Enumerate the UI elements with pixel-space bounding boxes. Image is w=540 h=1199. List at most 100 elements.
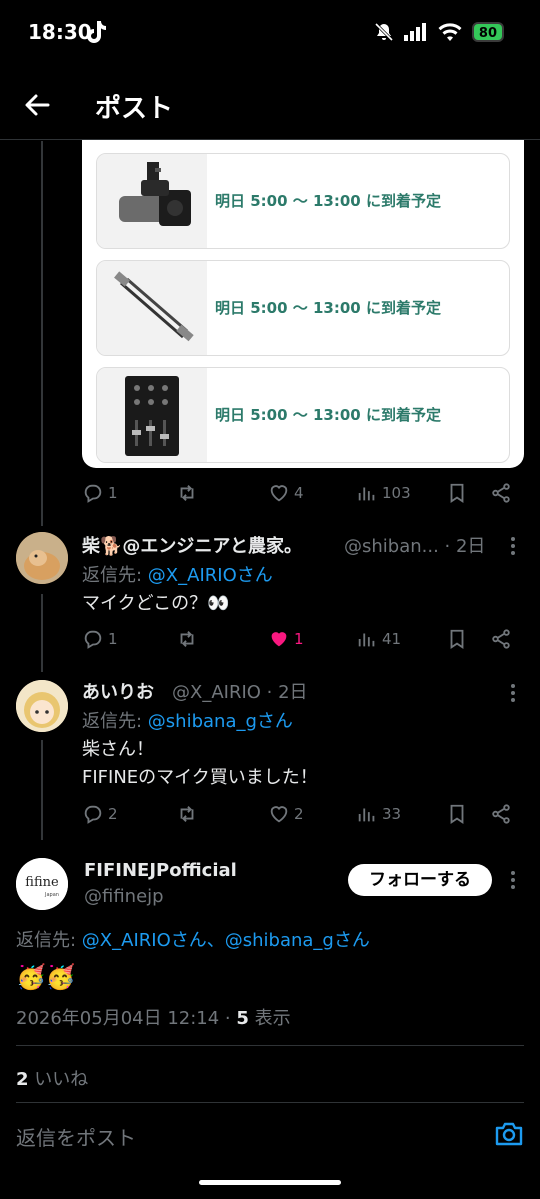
bookmark-icon — [450, 483, 464, 503]
reply-count: 1 — [108, 630, 118, 648]
post-text: マイクどこの？👀 — [82, 593, 230, 614]
views-icon — [358, 487, 375, 501]
post-text-line: 柴さん！ — [82, 739, 154, 760]
likes-label: いいね — [28, 1069, 89, 1090]
like-button[interactable]: 1 — [268, 628, 304, 650]
order-item: 明日 5:00 〜 13:00 に到着予定 — [96, 260, 510, 356]
like-summary[interactable]: 2 いいね — [16, 1065, 88, 1091]
share-icon — [492, 483, 510, 503]
page-title: ポスト — [95, 94, 174, 124]
reply-icon — [84, 484, 102, 503]
mention-link[interactable]: @X_AIRIOさん、@shibana_gさん — [82, 930, 370, 951]
reply-input[interactable]: 返信をポスト — [16, 1122, 136, 1151]
share-button[interactable] — [490, 628, 512, 650]
heart-filled-icon — [271, 632, 287, 647]
microphone-thumbnail — [97, 154, 207, 248]
repost-button[interactable] — [176, 628, 198, 650]
reply-button[interactable]: 2 — [82, 803, 118, 825]
reply-count: 1 — [108, 484, 118, 502]
post-timestamp: 2026年05月04日 12:14 · 5 表示 — [16, 1004, 291, 1030]
bookmark-button[interactable] — [446, 482, 468, 504]
more-icon[interactable] — [511, 537, 515, 558]
views-count: 5 — [236, 1008, 249, 1029]
views-button[interactable]: 41 — [356, 628, 401, 650]
views-button[interactable]: 33 — [356, 803, 401, 825]
signal-icon — [403, 23, 426, 41]
post-actions: 1 4 103 — [0, 482, 540, 510]
audio-mixer-thumbnail — [97, 368, 207, 462]
thread-line — [41, 141, 43, 526]
like-count: 2 — [294, 805, 304, 823]
like-button[interactable]: 2 — [268, 803, 304, 825]
post-text: 🥳🥳 — [16, 963, 76, 991]
more-icon[interactable] — [511, 871, 515, 892]
repost-button[interactable] — [176, 482, 198, 504]
mute-bell-icon — [374, 22, 393, 42]
status-time: 18:30 — [28, 20, 92, 44]
status-icons: 80 — [374, 22, 504, 42]
bookmark-button[interactable] — [446, 803, 468, 825]
share-icon — [492, 804, 510, 824]
handle-time: @shiban... · 2日 — [344, 536, 486, 557]
reply-button[interactable]: 1 — [82, 628, 118, 650]
avatar[interactable]: fifine Japan — [16, 858, 68, 910]
eta-text: 明日 5:00 〜 13:00 に到着予定 — [215, 406, 441, 424]
display-name[interactable]: あいりお — [82, 678, 154, 704]
mention-link[interactable]: @shibana_gさん — [148, 711, 293, 732]
post-actions: 2 2 33 — [0, 803, 540, 831]
fifine-logo: fifine Japan — [16, 858, 68, 910]
mention-link[interactable]: @X_AIRIOさん — [148, 565, 273, 586]
top-bar: ポスト — [0, 76, 540, 140]
reply-icon — [84, 630, 102, 649]
share-icon — [492, 629, 510, 649]
bookmark-button[interactable] — [446, 628, 468, 650]
wifi-icon — [438, 23, 462, 41]
status-bar: 18:30 80 — [0, 0, 540, 66]
divider — [16, 1045, 524, 1046]
reply-prefix: 返信先: — [82, 565, 148, 586]
home-indicator[interactable] — [199, 1180, 341, 1185]
bookmark-icon — [450, 804, 464, 824]
display-name[interactable]: FIFINEJPofficial — [84, 860, 237, 881]
more-icon[interactable] — [511, 684, 515, 705]
post-image[interactable]: 明日 5:00 〜 13:00 に到着予定 明日 5:00 〜 13:00 に到… — [82, 140, 524, 468]
like-button[interactable]: 4 — [268, 482, 304, 504]
handle-time: @X_AIRIO · 2日 — [172, 682, 308, 703]
bookmark-icon — [450, 629, 464, 649]
views-count: 103 — [382, 484, 411, 502]
post-actions: 1 1 41 — [0, 628, 540, 656]
avatar[interactable] — [16, 680, 68, 732]
xlr-cable-thumbnail — [97, 261, 207, 355]
views-label: 表示 — [248, 1008, 291, 1029]
repost-button[interactable] — [176, 803, 198, 825]
camera-icon[interactable] — [494, 1120, 524, 1148]
divider — [16, 1102, 524, 1103]
share-button[interactable] — [490, 803, 512, 825]
back-arrow-icon[interactable] — [22, 90, 52, 120]
views-icon — [358, 633, 375, 647]
follow-button[interactable]: フォローする — [348, 864, 492, 896]
tiktok-icon — [87, 21, 106, 43]
repost-icon — [180, 631, 194, 647]
like-count: 4 — [294, 484, 304, 502]
order-item: 明日 5:00 〜 13:00 に到着予定 — [96, 153, 510, 249]
views-count: 41 — [382, 630, 402, 648]
handle[interactable]: @fifinejp — [84, 886, 164, 907]
reply-prefix: 返信先: — [16, 930, 82, 951]
reply-prefix: 返信先: — [82, 711, 148, 732]
like-count: 1 — [294, 630, 304, 648]
display-name[interactable]: 柴🐕@エンジニアと農家。 — [82, 532, 302, 558]
reply-to: 返信先: @X_AIRIOさん — [82, 561, 273, 587]
views-count: 33 — [382, 805, 402, 823]
eta-text: 明日 5:00 〜 13:00 に到着予定 — [215, 299, 441, 317]
avatar[interactable] — [16, 532, 68, 584]
repost-icon — [180, 806, 194, 822]
reply-button[interactable]: 1 — [82, 482, 118, 504]
share-button[interactable] — [490, 482, 512, 504]
timestamp-text: 2026年05月04日 12:14 · — [16, 1008, 237, 1029]
order-item: 明日 5:00 〜 13:00 に到着予定 — [96, 367, 510, 463]
views-button[interactable]: 103 — [356, 482, 411, 504]
post-text-line: FIFINEのマイク買いました！ — [82, 767, 318, 788]
svg-text:fifine: fifine — [25, 875, 59, 890]
heart-icon — [270, 806, 288, 823]
